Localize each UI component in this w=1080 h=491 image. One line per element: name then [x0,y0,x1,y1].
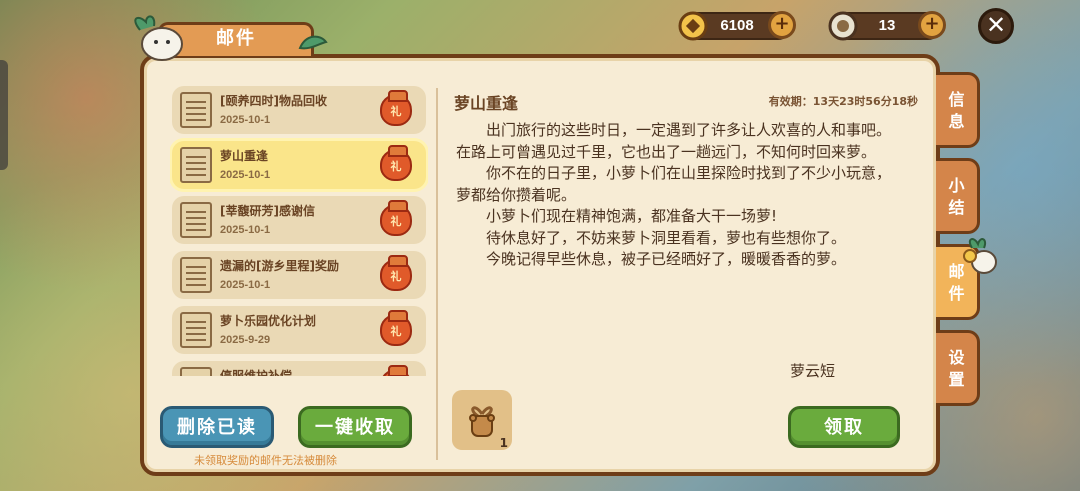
mail-item-title: 停服维护补偿 [220,369,293,376]
close-button[interactable]: ✕ [978,8,1014,44]
mail-paragraph: 待休息好了，不妨来萝卜洞里看看，萝也有些想你了。 [486,228,847,247]
mail-item-date: 2025-10-1 [220,279,271,291]
mail-paragraph: 你不在的日子里，小萝卜们在山里探险时找到了不少小玩意，萝都给你攒着呢。 [456,164,892,204]
tab-summary[interactable]: 小结 [936,158,980,234]
gem-counter: 13 + [828,11,946,41]
mail-list-item[interactable]: 停服维护补偿 礼 [172,361,426,376]
mail-list-item-selected[interactable]: 萝山重逢 2025-10-1 礼 [172,141,426,189]
add-coin-button[interactable]: + [768,11,796,39]
tab-settings-label: 设置 [948,348,965,389]
mail-paragraph: 出门旅行的这些时日，一定遇到了许多让人欢喜的人和事吧。在路上可曾遇见过千里，它也… [456,121,892,161]
tab-info[interactable]: 信息 [936,72,980,148]
delete-read-button[interactable]: 删除已读 [160,406,274,448]
claim-button[interactable]: 领取 [788,406,900,448]
divider [436,88,438,460]
bear-reward-icon [469,406,495,437]
mail-list-item[interactable]: [颐养四时]物品回收 2025-10-1 礼 [172,86,426,134]
gift-bag-icon: 礼 [380,255,412,291]
reward-count: 1 [499,436,508,450]
gift-bag-icon: 礼 [380,200,412,236]
gift-bag-icon: 礼 [380,365,412,376]
gift-bag-icon: 礼 [380,310,412,346]
mail-item-date: 2025-10-1 [220,114,271,126]
mail-list-item[interactable]: [莘馥研芳]感谢信 2025-10-1 礼 [172,196,426,244]
letter-icon [180,312,212,348]
side-handle[interactable] [0,60,8,170]
gift-bag-icon: 礼 [380,90,412,126]
letter-icon [180,147,212,183]
radish-mascot-icon [134,15,183,61]
mail-list-item[interactable]: 萝卜乐园优化计划 2025-9-29 礼 [172,306,426,354]
mail-item-title: 遗漏的[游乡里程]奖励 [220,259,339,273]
mail-paragraph: 小萝卜们现在精神饱满，都准备大干一场萝! [486,207,778,225]
mail-item-title: [莘馥研芳]感谢信 [220,204,315,218]
mail-item-title: 萝卜乐园优化计划 [220,314,317,328]
tab-summary-label: 小结 [948,176,965,217]
mail-item-title: 萝山重逢 [220,149,269,163]
signature: 萝云短 [790,362,836,380]
letter-icon [180,92,212,128]
letter-icon [180,367,212,376]
mail-body: 出门旅行的这些时日，一定遇到了许多让人欢喜的人和事吧。在路上可曾遇见过千里，它也… [456,120,894,271]
validity-timer: 有效期：13天23时56分18秒 [768,95,918,108]
radish-tab-icon [963,238,997,274]
gift-bag-icon: 礼 [380,145,412,181]
leaf-icon [298,35,328,50]
mail-item-date: 2025-10-1 [220,169,271,181]
mail-item-date: 2025-10-1 [220,224,271,236]
letter-icon [180,257,212,293]
tab-settings[interactable]: 设置 [936,330,980,406]
tab-info-label: 信息 [948,90,965,131]
letter-icon [180,202,212,238]
reward-slot[interactable]: 1 [452,390,512,450]
collect-all-button[interactable]: 一键收取 [298,406,412,448]
mail-paragraph: 今晚记得早些休息，被子已经晒好了，暖暖香香的萝。 [486,250,847,268]
mail-list-item[interactable]: 遗漏的[游乡里程]奖励 2025-10-1 礼 [172,251,426,299]
mail-item-date: 2025-9-29 [220,334,271,346]
add-gem-button[interactable]: + [918,11,946,39]
mail-heading: 萝山重逢 [454,94,519,113]
mail-item-title: [颐养四时]物品回收 [220,94,327,108]
delete-hint: 未领取奖励的邮件无法被删除 [194,454,337,467]
mail-list[interactable]: [颐养四时]物品回收 2025-10-1 礼 萝山重逢 2025-10-1 礼 … [170,84,428,376]
coin-counter: 6108 + [678,11,796,41]
